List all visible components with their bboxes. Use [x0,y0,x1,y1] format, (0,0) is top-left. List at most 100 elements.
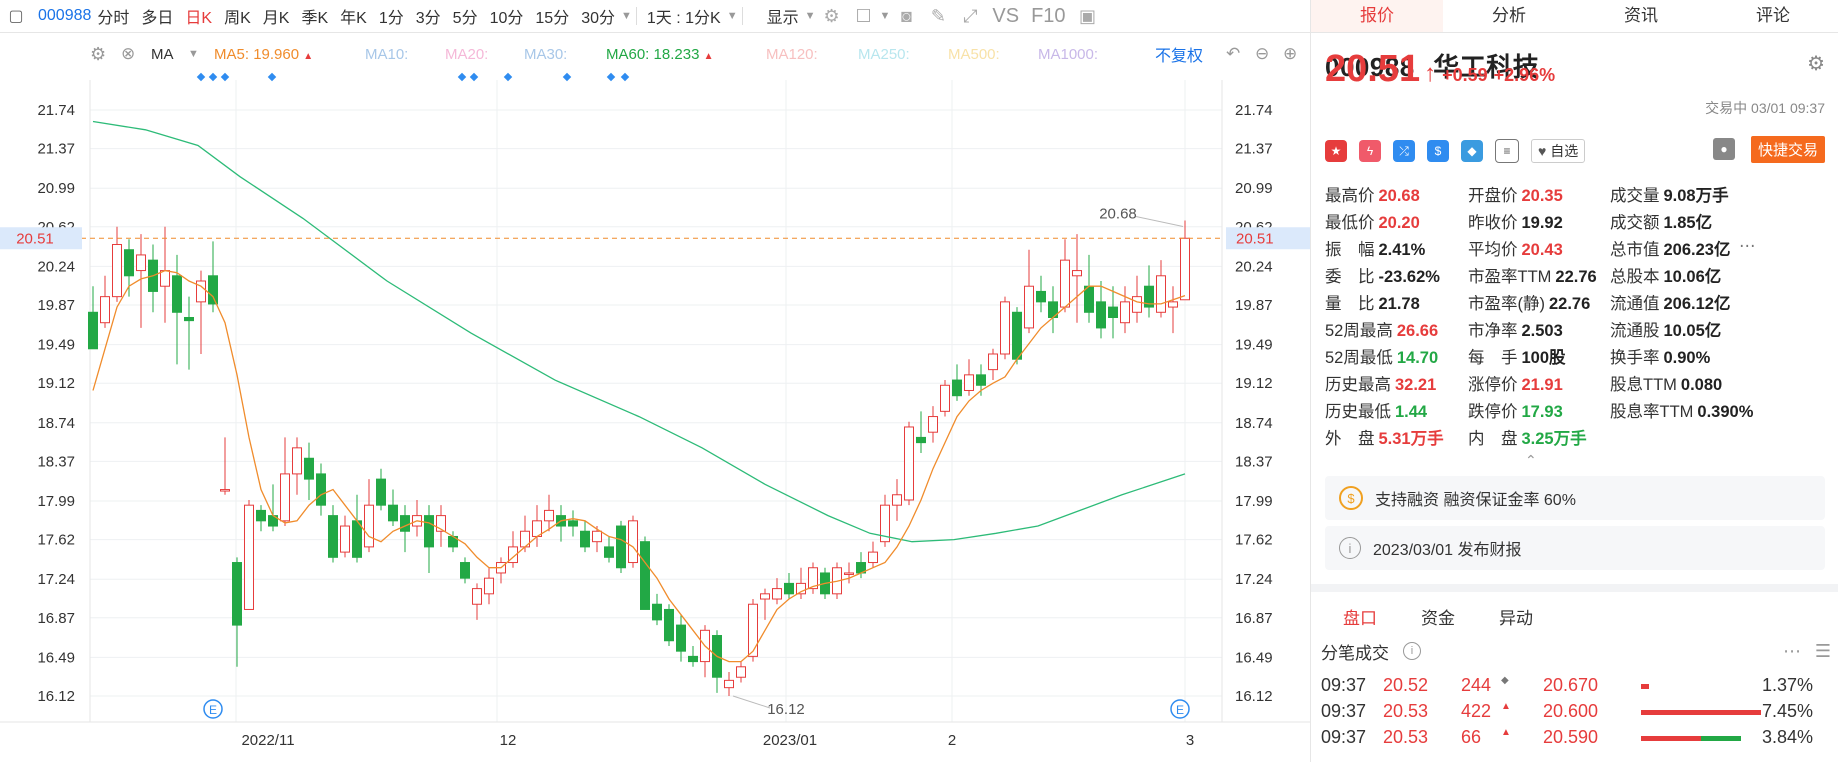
panel-toggle-icon[interactable]: ▣ [1077,5,1099,27]
candle-body [688,655,698,663]
fullscreen-icon[interactable]: ⤢ [959,5,981,27]
stat-label: 振 幅 [1325,241,1375,259]
quick-trade-button[interactable]: 快捷交易 [1750,136,1825,163]
gear-icon[interactable]: ⚙ [1807,51,1825,76]
period-monthly[interactable]: 月K [257,4,296,28]
event-diamond-icon [620,72,630,82]
zoom-in-icon[interactable]: ⊕ [1283,44,1297,64]
chevron-down-icon[interactable]: ▼ [805,10,816,22]
y-tick-label-left: 19.87 [37,297,75,314]
candle-body [1000,301,1010,355]
collapse-caret-icon[interactable]: ⌃ [1525,452,1537,469]
range-select[interactable]: 1天 : 1分K [641,4,727,28]
lightning-icon[interactable]: ϟ [1359,140,1381,162]
sidebar-toggle-icon[interactable]: ▢ [5,5,27,27]
y-tick-label-right: 18.37 [1235,453,1273,470]
tick-pct: 7.45% [1761,701,1813,721]
more-icon[interactable]: ⋯ [1783,641,1801,662]
gear-icon[interactable]: ⚙ [90,44,106,65]
stat-value: 10.05亿 [1663,322,1722,340]
fuquan-select[interactable]: 不复权 [1155,42,1203,66]
tick-time: 09:37 [1321,675,1367,695]
stats-row: 委 比 -23.62% 市盈率TTM 22.76 总股本 10.06亿 [1325,263,1835,290]
candle-body [460,562,470,579]
candle-body [592,530,602,543]
period-weekly[interactable]: 周K [218,4,257,28]
info-icon[interactable]: i [1403,642,1421,660]
dollar-icon[interactable]: $ [1427,140,1449,162]
margin-notice[interactable]: $ 支持融资 融资保证金率 60% [1325,476,1825,520]
zoom-out-icon[interactable]: ⊖ [1255,44,1269,64]
china-flag-icon[interactable]: ★ [1325,140,1347,162]
kline-chart[interactable]: 21.7421.7421.3721.3720.9920.9920.6220.62… [0,72,1310,762]
period-multiday[interactable]: 多日 [135,4,179,28]
kline-chart-svg[interactable]: 21.7421.7421.3721.3720.9920.9920.6220.62… [0,72,1310,762]
tab-news[interactable]: 资讯 [1575,0,1707,32]
bell-icon[interactable]: ● [1713,138,1735,160]
shuffle-icon[interactable]: ⤮ [1393,140,1415,162]
square-draw-icon[interactable]: ☐ [853,5,875,27]
period-15min[interactable]: 15分 [529,4,575,28]
tab-comments[interactable]: 评论 [1707,0,1838,32]
candle-body [388,504,398,522]
period-5min[interactable]: 5分 [447,4,484,28]
tick-pct: 1.37% [1761,675,1813,695]
add-favorite-button[interactable]: ♥ 自选 [1531,139,1586,163]
period-yearly[interactable]: 年K [334,4,373,28]
chevron-down-icon[interactable]: ▼ [188,48,199,60]
tag-icon[interactable]: ◆ [1461,140,1483,162]
candle-body [940,384,950,412]
tick-pct: 3.84% [1761,727,1813,747]
stats-row: 振 幅 2.41% 平均价 20.43 总市值 206.23亿 ⋯ [1325,236,1835,263]
tab-pankou[interactable]: 盘口 [1321,592,1399,632]
event-diamond-icon [208,72,218,82]
period-30min[interactable]: 30分 [575,4,621,28]
stat-item: 每 手 100股 [1468,344,1566,368]
stat-label: 52周最高 [1325,322,1393,340]
stat-value: 100股 [1521,349,1566,367]
period-daily[interactable]: 日K [179,4,218,28]
period-fenshi[interactable]: 分时 [91,4,135,28]
ma-selector[interactable]: MA [151,46,174,63]
stat-label: 内 盘 [1468,430,1518,448]
f10-button[interactable]: F10 [1025,5,1071,28]
document-icon[interactable]: ≡ [1495,139,1519,163]
chevron-down-icon[interactable]: ▼ [621,10,632,22]
quote-tabs: 报价 分析 资讯 评论 [1311,0,1838,33]
ma30-label: MA30: [524,45,568,63]
more-icon[interactable]: ⋯ [1739,236,1756,256]
stock-code-tab[interactable]: 000988 [32,7,91,25]
stat-value: 0.90% [1663,349,1711,367]
stat-value: 10.06亿 [1663,268,1722,286]
report-notice-text: 2023/03/01 发布财报 [1373,542,1522,559]
y-tick-label-left: 17.62 [37,532,75,549]
stat-value: 21.78 [1378,295,1420,313]
display-menu[interactable]: 显示 [761,4,805,28]
candle-body [208,275,218,305]
gear-icon[interactable]: ⚙ [821,5,843,27]
period-10min[interactable]: 10分 [484,4,530,28]
pencil-icon[interactable]: ✎ [927,5,949,27]
tab-anomaly[interactable]: 异动 [1477,592,1555,632]
period-quarterly[interactable]: 季K [295,4,334,28]
tab-quote[interactable]: 报价 [1311,0,1443,32]
report-notice[interactable]: i 2023/03/01 发布财报 [1325,526,1825,570]
period-3min[interactable]: 3分 [410,4,447,28]
stat-item: 涨停价 21.91 [1468,371,1563,395]
stat-item: 换手率 0.90% [1610,344,1710,368]
stat-label: 开盘价 [1468,187,1518,205]
vs-compare-button[interactable]: VS [986,5,1025,28]
stat-value: 20.68 [1378,187,1420,205]
period-1min[interactable]: 1分 [373,4,410,28]
stat-value: 14.70 [1396,349,1439,367]
chevron-down-icon[interactable]: ▼ [880,10,891,22]
list-icon[interactable]: ☰ [1815,641,1831,662]
tick-volume: 66 [1461,727,1482,747]
tab-funds[interactable]: 资金 [1399,592,1477,632]
close-icon[interactable]: ⊗ [121,44,135,64]
tab-analysis[interactable]: 分析 [1443,0,1575,32]
y-tick-label-left: 19.49 [37,337,75,354]
camera-icon[interactable]: ◙ [895,5,917,27]
undo-icon[interactable]: ↶ [1226,44,1240,64]
chevron-down-icon[interactable]: ▼ [727,10,738,22]
